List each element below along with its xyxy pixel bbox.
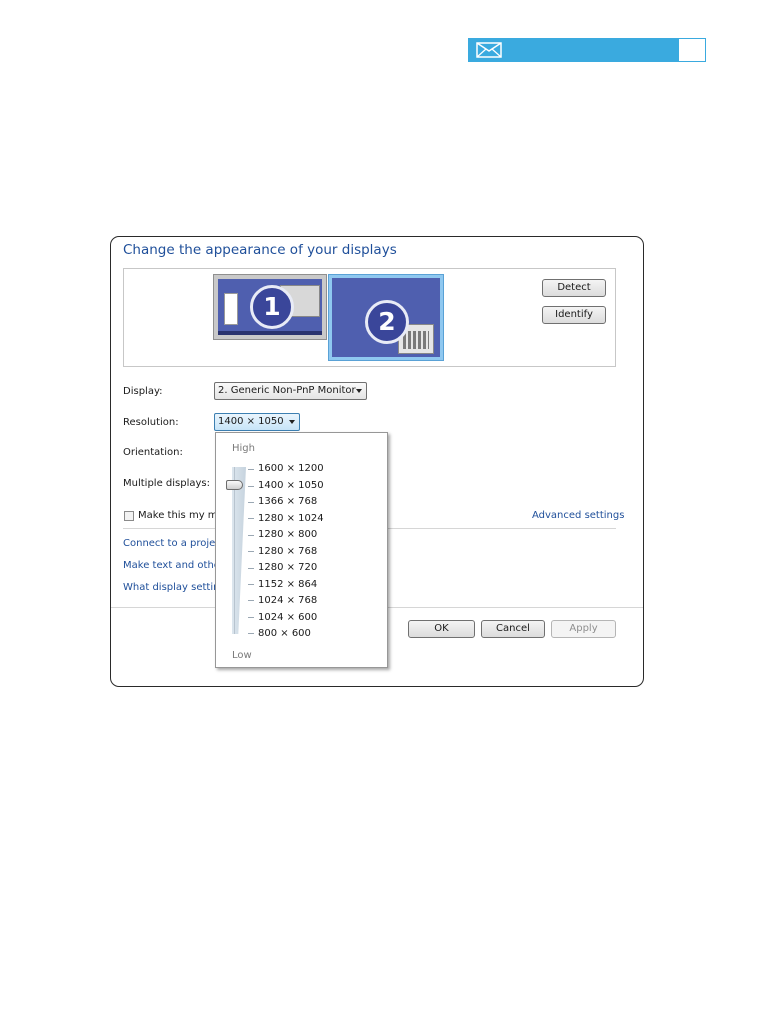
monitor-1-number: 1 xyxy=(250,285,294,329)
resolution-option[interactable]: 1024 × 600 xyxy=(258,612,317,623)
multiple-displays-label: Multiple displays: xyxy=(123,478,210,489)
slider-tick xyxy=(248,486,254,487)
display-select-value: 2. Generic Non-PnP Monitor xyxy=(218,385,356,396)
main-display-checkbox-label: Make this my ma xyxy=(138,510,224,521)
resolution-option[interactable]: 1366 × 768 xyxy=(258,496,317,507)
resolution-low-label: Low xyxy=(232,650,252,661)
cancel-button[interactable]: Cancel xyxy=(481,620,545,638)
slider-tick xyxy=(248,633,254,634)
slider-tick xyxy=(248,617,254,618)
header-end-box xyxy=(678,38,706,62)
resolution-slider-thumb[interactable] xyxy=(226,480,243,490)
resolution-option[interactable]: 1152 × 864 xyxy=(258,579,317,590)
slider-tick xyxy=(248,469,254,470)
ok-button[interactable]: OK xyxy=(408,620,475,638)
display-label: Display: xyxy=(123,386,163,397)
dialog-title: Change the appearance of your displays xyxy=(123,242,397,258)
resolution-option[interactable]: 1400 × 1050 xyxy=(258,480,324,491)
header-bar xyxy=(468,38,706,62)
detect-button[interactable]: Detect xyxy=(542,279,606,297)
monitor-1[interactable]: 1 xyxy=(213,274,327,340)
connect-projector-link[interactable]: Connect to a projec xyxy=(123,538,221,549)
resolution-option[interactable]: 1024 × 768 xyxy=(258,595,317,606)
resolution-option[interactable]: 1280 × 768 xyxy=(258,546,317,557)
monitor-1-screen: 1 xyxy=(218,279,322,335)
identify-button[interactable]: Identify xyxy=(542,306,606,324)
orientation-label: Orientation: xyxy=(123,447,183,458)
slider-tick xyxy=(248,535,254,536)
chevron-down-icon xyxy=(289,420,295,424)
resolution-label: Resolution: xyxy=(123,417,179,428)
resolution-option[interactable]: 1280 × 1024 xyxy=(258,513,324,524)
slider-tick xyxy=(248,600,254,601)
slider-tick xyxy=(248,502,254,503)
main-display-checkbox[interactable] xyxy=(124,511,134,521)
resolution-slider-track[interactable] xyxy=(232,467,246,634)
slider-tick xyxy=(248,584,254,585)
apply-button[interactable]: Apply xyxy=(551,620,616,638)
monitor-2-screen: 2 xyxy=(332,278,440,357)
envelope-icon xyxy=(476,42,502,58)
header-accent xyxy=(468,38,678,62)
resolution-option[interactable]: 800 × 600 xyxy=(258,628,311,639)
resolution-select[interactable]: 1400 × 1050 xyxy=(214,413,300,431)
resolution-option[interactable]: 1280 × 800 xyxy=(258,529,317,540)
display-select[interactable]: 2. Generic Non-PnP Monitor xyxy=(214,382,367,400)
slider-tick xyxy=(248,551,254,552)
slider-tick xyxy=(248,518,254,519)
text-size-link[interactable]: Make text and other xyxy=(123,560,224,571)
resolution-option[interactable]: 1280 × 720 xyxy=(258,562,317,573)
resolution-high-label: High xyxy=(232,443,255,454)
slider-tick xyxy=(248,568,254,569)
resolution-option[interactable]: 1600 × 1200 xyxy=(258,463,324,474)
chevron-down-icon xyxy=(356,389,362,393)
monitor-2-number: 2 xyxy=(365,300,409,344)
display-settings-help-link[interactable]: What display setting xyxy=(123,582,226,593)
advanced-settings-link[interactable]: Advanced settings xyxy=(532,510,624,521)
monitor-2[interactable]: 2 xyxy=(328,274,444,361)
resolution-select-value: 1400 × 1050 xyxy=(218,416,284,427)
